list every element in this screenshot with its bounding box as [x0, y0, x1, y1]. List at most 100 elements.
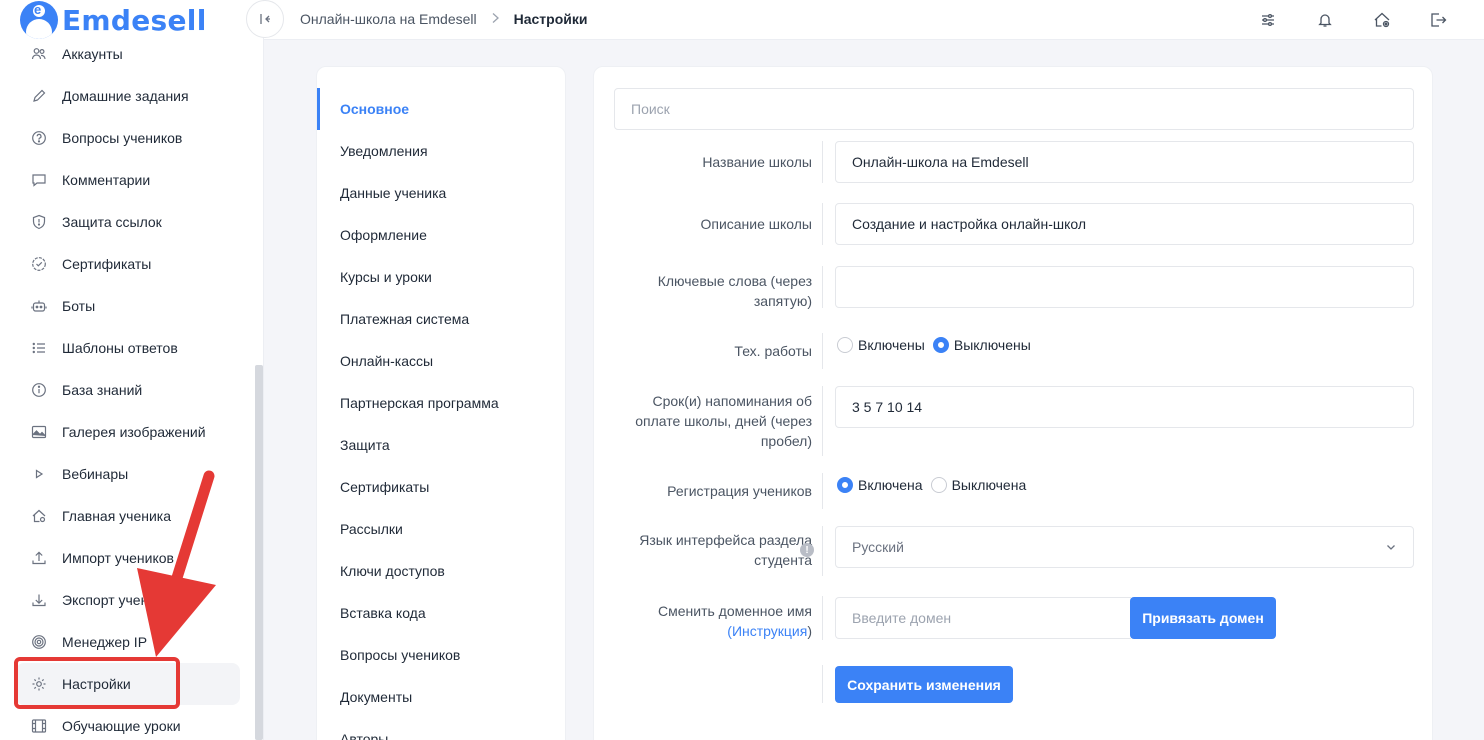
school-name-label: Название школы [702, 154, 812, 170]
school-name-field[interactable]: Онлайн-школа на Emdesell [835, 141, 1414, 183]
divider [822, 203, 823, 245]
sidebar-item-tutorial-lessons[interactable]: Обучающие уроки [16, 705, 240, 740]
settings-menu-item-authors[interactable]: Авторы [317, 718, 567, 740]
keywords-field[interactable] [835, 266, 1414, 308]
collapse-left-icon [260, 14, 270, 24]
settings-search-input[interactable] [614, 88, 1414, 130]
sidebar-item-image-gallery[interactable]: Галерея изображений [16, 411, 240, 453]
settings-menu-item-payment-system[interactable]: Платежная система [317, 298, 567, 340]
download-icon [30, 591, 48, 609]
registration-label: Регистрация учеников [667, 483, 812, 499]
settings-menu-item-online-cashbox[interactable]: Онлайн-кассы [317, 340, 567, 382]
settings-menu-item-appearance[interactable]: Оформление [317, 214, 567, 256]
sidebar-item-label: Домашние задания [62, 88, 189, 104]
settings-menu-item-notifications[interactable]: Уведомления [317, 130, 567, 172]
sidebar-item-label: Импорт учеников [62, 550, 174, 566]
maintenance-off-label[interactable]: Выключены [954, 337, 1031, 353]
list-icon [30, 339, 48, 357]
reminder-days-field[interactable]: 3 5 7 10 14 [835, 386, 1414, 428]
breadcrumb-parent[interactable]: Онлайн-школа на Emdesell [300, 11, 477, 27]
school-description-field[interactable]: Создание и настройка онлайн-школ [835, 203, 1414, 245]
sidebar-item-label: Шаблоны ответов [62, 340, 178, 356]
divider [822, 141, 823, 183]
settings-menu-item-student-questions[interactable]: Вопросы учеников [317, 634, 567, 676]
robot-icon [30, 297, 48, 315]
sidebar-item-import-students[interactable]: Импорт учеников [16, 537, 240, 579]
sidebar-item-label: Галерея изображений [62, 424, 206, 440]
sidebar-item-label: Комментарии [62, 172, 151, 188]
sidebar-item-reply-templates[interactable]: Шаблоны ответов [16, 327, 240, 369]
instruction-link[interactable]: Инструкция [732, 623, 807, 639]
registration-on-label[interactable]: Включена [858, 477, 923, 493]
settings-menu-item-access-keys[interactable]: Ключи доступов [317, 550, 567, 592]
settings-menu-item-protection[interactable]: Защита [317, 424, 567, 466]
home-settings-icon[interactable] [1372, 10, 1392, 30]
collapse-sidebar-button[interactable] [246, 0, 284, 38]
sidebar-item-knowledge-base[interactable]: База знаний [16, 369, 240, 411]
info-icon[interactable]: ! [800, 543, 814, 557]
sidebar-nav: Аккаунты Домашние задания Вопросы ученик… [16, 33, 240, 740]
divider [822, 665, 823, 703]
sidebar-item-student-home[interactable]: Главная ученика [16, 495, 240, 537]
shield-icon [30, 213, 48, 231]
upload-icon [30, 549, 48, 567]
home-gear-icon [30, 507, 48, 525]
sidebar-item-label: Главная ученика [62, 508, 172, 524]
sidebar-item-label: Экспорт учеников [62, 592, 178, 608]
sidebar-item-accounts[interactable]: Аккаунты [16, 33, 240, 75]
sidebar-item-student-questions[interactable]: Вопросы учеников [16, 117, 240, 159]
divider [822, 386, 823, 456]
image-icon [30, 423, 48, 441]
sidebar-item-link-protection[interactable]: Защита ссылок [16, 201, 240, 243]
maintenance-off-radio[interactable] [932, 337, 949, 353]
chevron-down-icon [1385, 540, 1397, 556]
sidebar-item-export-students[interactable]: Экспорт учеников [16, 579, 240, 621]
domain-label: Сменить доменное имя (Инструкция) [658, 603, 812, 639]
sidebar-item-ip-manager[interactable]: Менеджер IP [16, 621, 240, 663]
sidebar-item-webinars[interactable]: Вебинары [16, 453, 240, 495]
bell-icon[interactable] [1315, 10, 1335, 30]
sidebar-item-bots[interactable]: Боты [16, 285, 240, 327]
settings-menu-item-affiliate[interactable]: Партнерская программа [317, 382, 567, 424]
language-label: Язык интерфейса раздела студента [639, 532, 812, 568]
certificate-icon [30, 255, 48, 273]
settings-form: Название школы Онлайн-школа на Emdesell … [593, 66, 1433, 740]
question-circle-icon [30, 129, 48, 147]
logout-icon[interactable] [1428, 10, 1448, 30]
settings-menu-item-code-insert[interactable]: Вставка кода [317, 592, 567, 634]
top-header: Онлайн-школа на Emdesell Настройки [246, 0, 1484, 40]
maintenance-on-radio[interactable] [837, 337, 853, 353]
maintenance-label: Тех. работы [734, 343, 812, 359]
maintenance-on-label[interactable]: Включены [858, 337, 925, 353]
settings-menu: Основное Уведомления Данные ученика Офор… [316, 66, 566, 740]
registration-on-radio[interactable] [837, 477, 853, 493]
bind-domain-button[interactable]: Привязать домен [1130, 597, 1276, 639]
save-changes-button[interactable]: Сохранить изменения [835, 666, 1013, 703]
pencil-icon [30, 87, 48, 105]
domain-input[interactable] [835, 597, 1131, 639]
sidebar-item-certificates[interactable]: Сертификаты [16, 243, 240, 285]
settings-menu-item-certificates[interactable]: Сертификаты [317, 466, 567, 508]
school-description-label: Описание школы [700, 216, 812, 232]
registration-off-radio[interactable] [930, 477, 947, 493]
sidebar-item-comments[interactable]: Комментарии [16, 159, 240, 201]
settings-menu-item-general[interactable]: Основное [317, 88, 567, 130]
settings-menu-item-courses[interactable]: Курсы и уроки [317, 256, 567, 298]
divider [822, 596, 823, 640]
sliders-icon[interactable] [1258, 10, 1278, 30]
comment-icon [30, 171, 48, 189]
maintenance-radio-group: Включены Выключены [837, 337, 1039, 353]
sidebar-item-label: База знаний [62, 382, 143, 398]
sidebar-item-label: Обучающие уроки [62, 718, 181, 734]
settings-menu-item-mailings[interactable]: Рассылки [317, 508, 567, 550]
settings-menu-item-documents[interactable]: Документы [317, 676, 567, 718]
sidebar-item-homework[interactable]: Домашние задания [16, 75, 240, 117]
sidebar: e Emdesell Аккаунты Домашние задания Воп… [0, 0, 264, 740]
registration-off-label[interactable]: Выключена [952, 477, 1027, 493]
breadcrumb-current: Настройки [513, 11, 588, 27]
language-select[interactable]: Русский [835, 526, 1414, 568]
sidebar-item-settings[interactable]: Настройки [16, 663, 240, 705]
sidebar-item-label: Вопросы учеников [62, 130, 183, 146]
sidebar-scrollbar[interactable] [255, 365, 263, 740]
settings-menu-item-student-data[interactable]: Данные ученика [317, 172, 567, 214]
